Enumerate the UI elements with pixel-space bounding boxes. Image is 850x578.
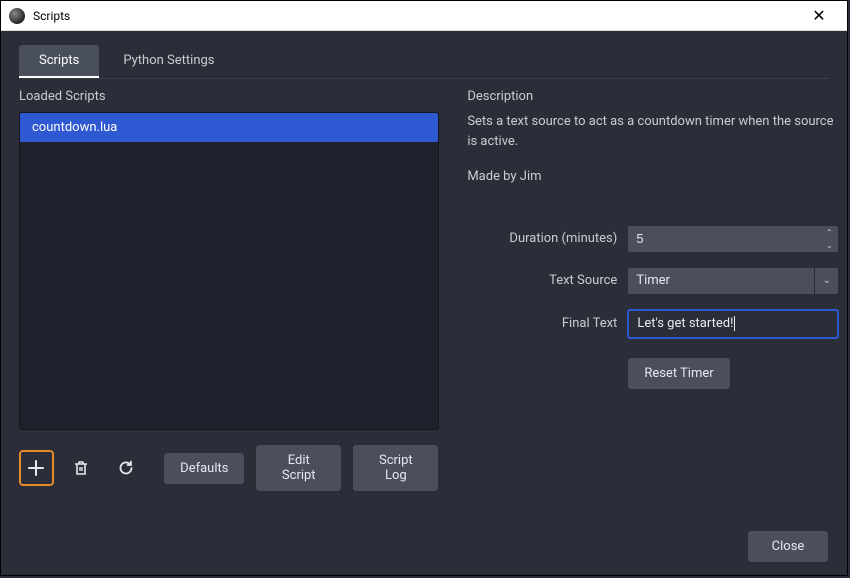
script-toolbar: Defaults Edit Script Script Log	[19, 444, 439, 492]
final-text-label: Final Text	[467, 316, 617, 331]
window-title: Scripts	[33, 9, 799, 23]
duration-label: Duration (minutes)	[467, 231, 617, 246]
defaults-button[interactable]: Defaults	[163, 452, 245, 485]
duration-step-up[interactable]: ⌃	[820, 226, 838, 239]
text-caret	[734, 316, 735, 331]
script-item-countdown[interactable]: countdown.lua	[20, 113, 438, 142]
text-source-value: Timer	[628, 273, 814, 288]
reset-timer-button[interactable]: Reset Timer	[627, 357, 730, 390]
app-icon	[9, 8, 25, 24]
client-area: Scripts Python Settings Loaded Scripts c…	[1, 31, 847, 575]
duration-spin-arrows: ⌃ ⌄	[820, 226, 838, 252]
description-text: Sets a text source to act as a countdown…	[467, 112, 839, 151]
trash-icon	[72, 459, 90, 477]
tab-bar: Scripts Python Settings	[19, 45, 829, 79]
scripts-window: Scripts ✕ Scripts Python Settings Loaded…	[0, 0, 848, 576]
duration-spinbox[interactable]: ⌃ ⌄	[627, 225, 839, 253]
final-text-input[interactable]: Let's get started!	[627, 309, 839, 339]
final-text-value: Let's get started!	[637, 316, 733, 331]
script-properties-form: Duration (minutes) ⌃ ⌄	[467, 225, 839, 390]
script-list[interactable]: countdown.lua	[19, 112, 439, 430]
edit-script-button[interactable]: Edit Script	[255, 444, 342, 492]
add-script-button[interactable]	[19, 450, 54, 486]
final-text-row: Final Text Let's get started!	[467, 309, 839, 339]
script-log-button[interactable]: Script Log	[352, 444, 439, 492]
description-author: Made by Jim	[467, 167, 839, 187]
loaded-scripts-heading: Loaded Scripts	[19, 89, 439, 104]
reset-row: Reset Timer	[467, 357, 839, 390]
loaded-scripts-panel: Loaded Scripts countdown.lua Default	[19, 89, 439, 512]
remove-script-button[interactable]	[64, 450, 99, 486]
close-button[interactable]: Close	[747, 530, 829, 563]
tab-scripts[interactable]: Scripts	[19, 45, 99, 78]
content-row: Loaded Scripts countdown.lua Default	[19, 89, 829, 512]
titlebar: Scripts ✕	[1, 1, 847, 31]
duration-input[interactable]	[628, 226, 820, 252]
text-source-row: Text Source Timer ⌄	[467, 267, 839, 295]
dialog-footer: Close	[19, 530, 829, 563]
chevron-down-icon: ⌄	[814, 268, 838, 294]
tab-python-settings[interactable]: Python Settings	[103, 45, 234, 78]
plus-icon	[27, 459, 45, 477]
refresh-icon	[117, 459, 135, 477]
reload-scripts-button[interactable]	[108, 450, 143, 486]
duration-step-down[interactable]: ⌄	[820, 239, 838, 252]
description-heading: Description	[467, 89, 839, 104]
description-panel: Description Sets a text source to act as…	[467, 89, 839, 512]
window-close-button[interactable]: ✕	[799, 6, 839, 25]
text-source-label: Text Source	[467, 273, 617, 288]
duration-row: Duration (minutes) ⌃ ⌄	[467, 225, 839, 253]
text-source-select[interactable]: Timer ⌄	[627, 267, 839, 295]
